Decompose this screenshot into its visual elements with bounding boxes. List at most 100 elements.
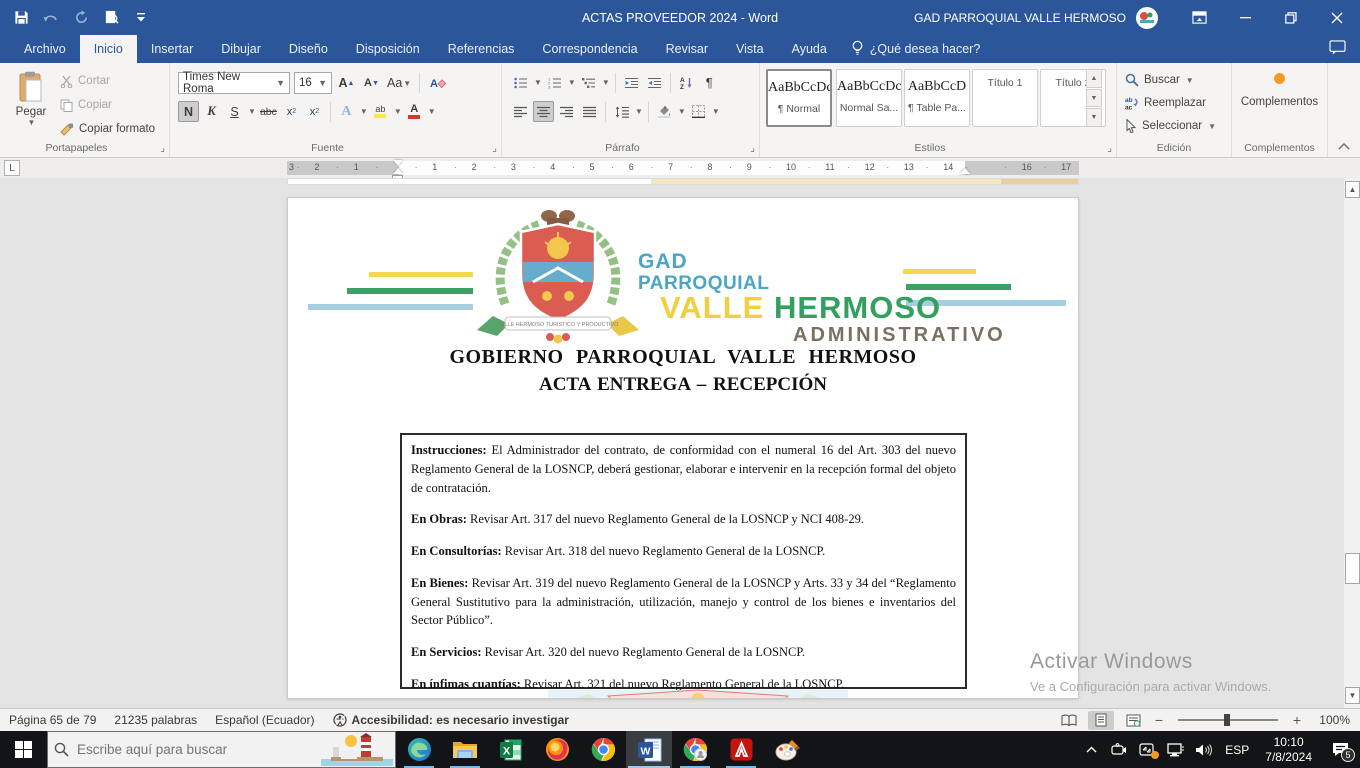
taskbar-paint3d[interactable]: [764, 731, 810, 768]
dialog-launcher-icon[interactable]: ⌟: [750, 143, 755, 154]
network-icon[interactable]: [1161, 731, 1189, 768]
volume-icon[interactable]: [1189, 731, 1217, 768]
account-name[interactable]: GAD PARROQUIAL VALLE HERMOSO: [914, 11, 1126, 25]
web-layout-button[interactable]: [1120, 711, 1146, 730]
chevron-down-icon[interactable]: ▼: [360, 107, 368, 116]
increase-indent-button[interactable]: [644, 72, 665, 93]
align-center-button[interactable]: [533, 101, 554, 122]
grow-font-button[interactable]: A▲: [336, 73, 357, 94]
clear-formatting-button[interactable]: A: [427, 73, 448, 94]
chevron-down-icon[interactable]: ▼: [602, 78, 610, 87]
change-case-button[interactable]: Aa▼: [386, 73, 412, 94]
multilevel-list-button[interactable]: [578, 72, 599, 93]
taskbar-clock[interactable]: 10:10 7/8/2024: [1257, 735, 1320, 765]
print-layout-button[interactable]: [1088, 711, 1114, 730]
tab-dibujar[interactable]: Dibujar: [207, 35, 275, 63]
taskbar-edge[interactable]: [396, 731, 442, 768]
scroll-up-button[interactable]: ▲: [1345, 181, 1360, 198]
zoom-out-button[interactable]: −: [1152, 712, 1166, 728]
taskbar-word-active[interactable]: W: [626, 731, 672, 768]
tab-archivo[interactable]: Archivo: [10, 35, 80, 63]
strikethrough-button[interactable]: abc: [258, 101, 279, 122]
search-highlight-image[interactable]: [321, 733, 393, 768]
styles-gallery-expand[interactable]: ▼: [1086, 108, 1102, 127]
chevron-down-icon[interactable]: ▼: [248, 107, 256, 116]
read-mode-button[interactable]: [1056, 711, 1082, 730]
start-button[interactable]: [0, 731, 47, 768]
highlight-button[interactable]: ab: [370, 101, 391, 122]
superscript-button[interactable]: x2: [304, 101, 325, 122]
right-indent-marker[interactable]: [960, 168, 970, 174]
align-left-button[interactable]: [510, 101, 531, 122]
scrollbar-thumb[interactable]: [1345, 553, 1360, 584]
print-preview-icon[interactable]: [102, 9, 120, 27]
tell-me-box[interactable]: ¿Qué desea hacer?: [841, 35, 991, 63]
taskbar-file-explorer[interactable]: [442, 731, 488, 768]
style-normal-sa[interactable]: AaBbCcDc Normal Sa...: [836, 69, 902, 127]
find-button[interactable]: Buscar ▼: [1125, 71, 1216, 89]
bold-button[interactable]: N: [178, 101, 199, 122]
zoom-in-button[interactable]: +: [1290, 712, 1304, 728]
styles-scroll-up[interactable]: ▲: [1086, 69, 1102, 88]
dialog-launcher-icon[interactable]: ⌟: [1107, 143, 1112, 154]
shading-button[interactable]: [654, 101, 675, 122]
vertical-scrollbar[interactable]: ▲ ▼: [1343, 178, 1360, 708]
ribbon-display-options-icon[interactable]: [1176, 0, 1222, 35]
zoom-slider[interactable]: [1178, 719, 1278, 721]
borders-button[interactable]: [688, 101, 709, 122]
font-family-combobox[interactable]: Times New Roma ▼: [178, 72, 290, 94]
close-button[interactable]: [1314, 0, 1360, 35]
justify-button[interactable]: [579, 101, 600, 122]
save-icon[interactable]: [12, 9, 30, 27]
tray-chevron-up-icon[interactable]: [1077, 731, 1105, 768]
italic-button[interactable]: K: [201, 101, 222, 122]
taskbar-acrobat[interactable]: [718, 731, 764, 768]
sort-button[interactable]: AZ: [676, 72, 697, 93]
line-spacing-button[interactable]: [611, 101, 632, 122]
tab-diseno[interactable]: Diseño: [275, 35, 342, 63]
word-count[interactable]: 21235 palabras: [105, 713, 206, 727]
chevron-down-icon[interactable]: ▼: [635, 107, 643, 116]
tab-ayuda[interactable]: Ayuda: [778, 35, 841, 63]
dialog-launcher-icon[interactable]: ⌟: [492, 143, 497, 154]
tab-revisar[interactable]: Revisar: [652, 35, 722, 63]
tab-inicio[interactable]: Inicio: [80, 35, 137, 63]
chevron-down-icon[interactable]: ▼: [678, 107, 686, 116]
shrink-font-button[interactable]: A▼: [361, 73, 382, 94]
numbering-button[interactable]: 123: [544, 72, 565, 93]
tab-disposicion[interactable]: Disposición: [342, 35, 434, 63]
tab-stop-selector[interactable]: L: [4, 160, 20, 176]
hanging-indent-marker[interactable]: [393, 168, 403, 174]
taskbar-search[interactable]: [47, 731, 396, 768]
collapse-ribbon-button[interactable]: [1338, 141, 1350, 153]
align-right-button[interactable]: [556, 101, 577, 122]
tab-correspondencia[interactable]: Correspondencia: [528, 35, 651, 63]
taskbar-firefox[interactable]: [534, 731, 580, 768]
first-line-indent-marker[interactable]: [393, 160, 403, 166]
select-button[interactable]: Seleccionar ▼: [1125, 117, 1216, 135]
format-painter-button[interactable]: Copiar formato: [60, 120, 155, 138]
feedback-icon[interactable]: [1329, 40, 1346, 58]
replace-button[interactable]: abac Reemplazar: [1125, 94, 1216, 112]
customize-qat-icon[interactable]: [132, 9, 150, 27]
zoom-level[interactable]: 100%: [1310, 713, 1350, 727]
chevron-down-icon[interactable]: ▼: [568, 78, 576, 87]
minimize-button[interactable]: [1222, 0, 1268, 35]
style-table-pa[interactable]: AaBbCcD ¶ Table Pa...: [904, 69, 970, 127]
subscript-button[interactable]: x2: [281, 101, 302, 122]
taskbar-chrome[interactable]: [580, 731, 626, 768]
tab-vista[interactable]: Vista: [722, 35, 778, 63]
dialog-launcher-icon[interactable]: ⌟: [160, 143, 165, 154]
bullets-button[interactable]: [510, 72, 531, 93]
chevron-down-icon[interactable]: ▼: [394, 107, 402, 116]
ruler[interactable]: 32112345678910111213141617··············…: [287, 161, 1079, 175]
underline-button[interactable]: S: [224, 101, 245, 122]
copy-button[interactable]: Copiar: [60, 96, 155, 114]
taskbar-chrome-profile[interactable]: [672, 731, 718, 768]
search-input[interactable]: [77, 742, 277, 757]
chevron-down-icon[interactable]: ▼: [712, 107, 720, 116]
taskbar-excel[interactable]: X: [488, 731, 534, 768]
show-paragraph-marks-button[interactable]: ¶: [699, 72, 720, 93]
redo-icon[interactable]: [72, 9, 90, 27]
restore-button[interactable]: [1268, 0, 1314, 35]
